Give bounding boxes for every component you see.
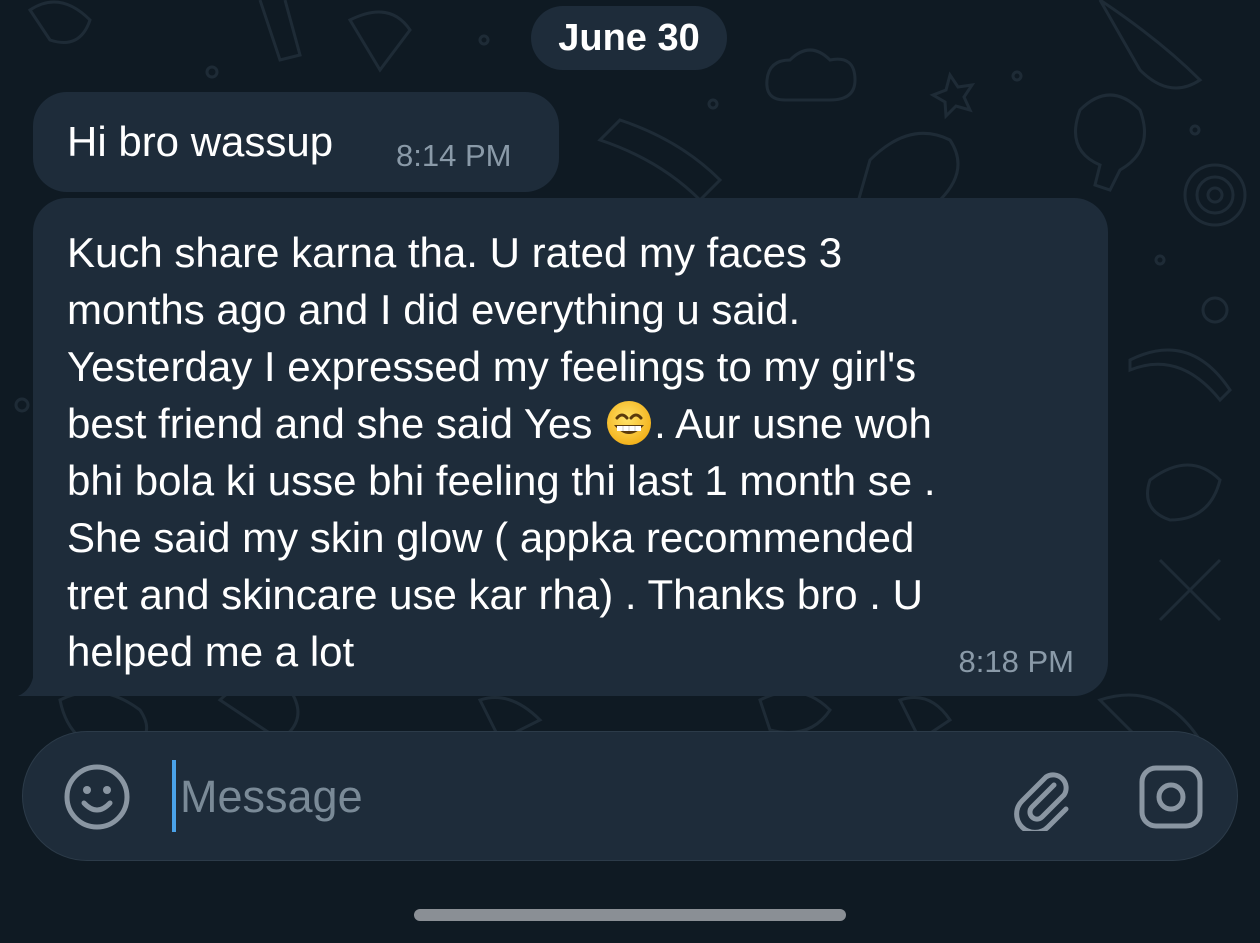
emoji-button[interactable] (63, 763, 131, 831)
message-text: Hi bro wassup (67, 118, 334, 165)
smile-icon (64, 764, 130, 830)
message-input[interactable] (178, 766, 962, 828)
date-separator: June 30 (531, 6, 727, 70)
message-bubble[interactable]: Hi bro wassup 8:14 PM (33, 92, 559, 192)
paperclip-icon (1014, 772, 1069, 831)
home-indicator[interactable] (414, 909, 846, 921)
camera-button[interactable] (1137, 763, 1205, 831)
message-time: 8:18 PM (958, 644, 1074, 679)
grinning-face-emoji-icon (607, 401, 652, 445)
message-time: 8:14 PM (396, 138, 512, 173)
message-composer (22, 731, 1238, 861)
camera-icon (1139, 765, 1203, 829)
attach-button[interactable] (1008, 763, 1076, 831)
text-cursor (172, 760, 176, 832)
message-text: Kuch share karna tha. U rated my faces 3… (67, 224, 1067, 680)
message-bubble[interactable]: Kuch share karna tha. U rated my faces 3… (33, 198, 1108, 696)
